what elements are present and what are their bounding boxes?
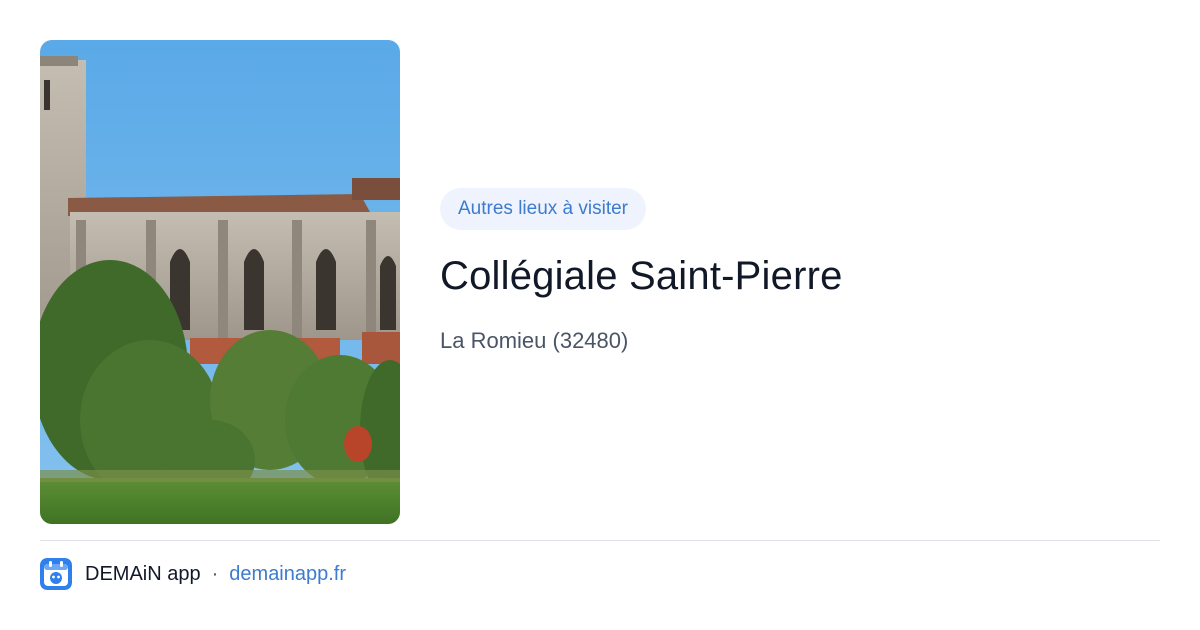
church-image <box>40 40 400 524</box>
app-logo-icon <box>40 558 72 590</box>
separator: · <box>211 562 219 585</box>
domain-link[interactable]: demainapp.fr <box>229 563 346 586</box>
place-location: La Romieu (32480) <box>440 328 629 353</box>
footer: DEMAiN app · demainapp.fr <box>40 557 346 591</box>
category-badge[interactable]: Autres lieux à visiter <box>440 188 647 230</box>
place-photo <box>40 40 400 524</box>
brand-name: DEMAiN app <box>85 562 201 585</box>
place-info: Autres lieux à visiter Collégiale Saint-… <box>440 188 1160 355</box>
place-title: Collégiale Saint-Pierre <box>440 254 843 298</box>
divider <box>40 540 1160 541</box>
